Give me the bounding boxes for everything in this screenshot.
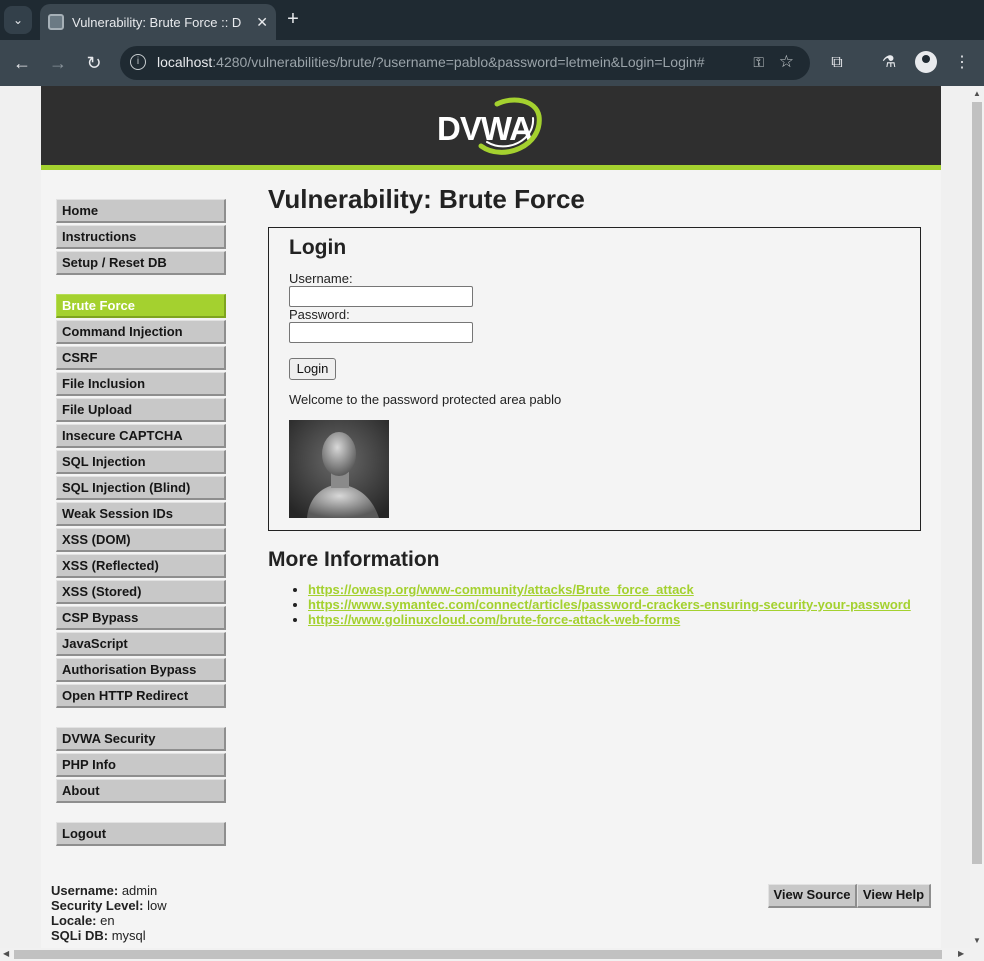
login-button[interactable]: Login	[289, 358, 336, 380]
sidebar-item-javascript[interactable]: JavaScript	[56, 632, 226, 656]
more-information: More Information https://owasp.org/www-c…	[268, 548, 911, 627]
sidebar-item-xss-stored[interactable]: XSS (Stored)	[56, 580, 226, 604]
sidebar-item-open-http-redirect[interactable]: Open HTTP Redirect	[56, 684, 226, 708]
footer-username-value: admin	[121, 883, 158, 898]
sidebar-item-insecure-captcha[interactable]: Insecure CAPTCHA	[56, 424, 226, 448]
sidebar-item-instructions[interactable]: Instructions	[56, 225, 226, 249]
sidebar-item-brute-force[interactable]: Brute Force	[56, 294, 226, 318]
extensions-puzzle-icon[interactable]: ⧉	[825, 51, 849, 75]
sidebar-item-sql-injection[interactable]: SQL Injection	[56, 450, 226, 474]
security-row: Security Level: low	[51, 898, 167, 913]
horizontal-scrollbar[interactable]: ◀ ▶	[0, 948, 984, 961]
sidebar-item-authorisation-bypass[interactable]: Authorisation Bypass	[56, 658, 226, 682]
more-info-links: https://owasp.org/www-community/attacks/…	[290, 582, 930, 627]
horizontal-scroll-thumb[interactable]	[14, 950, 942, 959]
owasp-link[interactable]: https://owasp.org/www-community/attacks/…	[308, 582, 694, 597]
new-tab-icon[interactable]: +	[282, 8, 304, 30]
sidebar-item-about[interactable]: About	[56, 779, 226, 803]
dvwa-logo: DVWA	[437, 96, 547, 158]
main-content: Vulnerability: Brute Force Login Usernam…	[268, 184, 928, 531]
sidebar-item-xss-reflected[interactable]: XSS (Reflected)	[56, 554, 226, 578]
footer-security-label: Security Level:	[51, 898, 144, 913]
dvwa-header: DVWA	[41, 86, 941, 170]
forward-arrow-icon[interactable]: →	[46, 51, 70, 75]
password-label: Password:	[289, 307, 350, 322]
locale-row: Locale: en	[51, 913, 167, 928]
sidebar-item-file-upload[interactable]: File Upload	[56, 398, 226, 422]
browser-tab-bar: ⌄ Vulnerability: Brute Force :: D ✕ +	[0, 0, 984, 40]
list-item: https://www.golinuxcloud.com/brute-force…	[308, 612, 930, 627]
sidebar-item-home[interactable]: Home	[56, 199, 226, 223]
browser-tab[interactable]: Vulnerability: Brute Force :: D ✕	[40, 4, 276, 40]
site-info-icon[interactable]: i	[130, 54, 146, 70]
view-help-button[interactable]: View Help	[857, 884, 931, 908]
more-info-heading: More Information	[268, 548, 440, 571]
url-path: :4280/vulnerabilities/brute/?username=pa…	[212, 54, 705, 70]
reload-icon[interactable]: ↻	[82, 51, 106, 75]
sidebar-item-file-inclusion[interactable]: File Inclusion	[56, 372, 226, 396]
login-heading: Login	[289, 236, 347, 259]
symantec-link[interactable]: https://www.symantec.com/connect/article…	[308, 597, 911, 612]
sidebar-item-csp-bypass[interactable]: CSP Bypass	[56, 606, 226, 630]
sidebar-item-csrf[interactable]: CSRF	[56, 346, 226, 370]
back-arrow-icon[interactable]: ←	[10, 51, 34, 75]
sidebar-item-xss-dom[interactable]: XSS (DOM)	[56, 528, 226, 552]
menu-kebab-icon[interactable]: ⋮	[950, 51, 974, 75]
labs-flask-icon[interactable]: ⚗	[877, 51, 901, 75]
sidebar-item-weak-session-ids[interactable]: Weak Session IDs	[56, 502, 226, 526]
scroll-down-icon[interactable]: ▼	[973, 936, 981, 945]
tab-list-chevron-icon[interactable]: ⌄	[4, 6, 32, 34]
sidebar-item-php-info[interactable]: PHP Info	[56, 753, 226, 777]
vertical-scrollbar[interactable]: ▲ ▼	[970, 86, 984, 948]
welcome-message: Welcome to the password protected area p…	[289, 392, 562, 407]
sidebar-item-sql-injection-blind[interactable]: SQL Injection (Blind)	[56, 476, 226, 500]
vertical-scroll-thumb[interactable]	[972, 102, 982, 864]
footer-locale-label: Locale:	[51, 913, 97, 928]
golinuxcloud-link[interactable]: https://www.golinuxcloud.com/brute-force…	[308, 612, 680, 627]
address-url[interactable]: localhost:4280/vulnerabilities/brute/?us…	[157, 54, 705, 70]
sidebar-item-dvwa-security[interactable]: DVWA Security	[56, 727, 226, 751]
footer-username-label: Username:	[51, 883, 119, 898]
sqli-row: SQLi DB: mysql	[51, 928, 167, 943]
username-row: Username: admin	[51, 883, 167, 898]
browser-toolbar: ← → ↻ i localhost:4280/vulnerabilities/b…	[0, 40, 984, 86]
page-title: Vulnerability: Brute Force	[268, 184, 585, 214]
list-item: https://www.symantec.com/connect/article…	[308, 597, 930, 612]
address-bar[interactable]: i localhost:4280/vulnerabilities/brute/?…	[120, 46, 810, 80]
username-label: Username:	[289, 271, 353, 286]
footer-sqli-label: SQLi DB:	[51, 928, 109, 943]
sidebar-item-setup-reset-db[interactable]: Setup / Reset DB	[56, 251, 226, 275]
user-photo	[289, 420, 389, 518]
footer-sqli-value: mysql	[111, 928, 146, 943]
url-host: localhost	[157, 54, 213, 70]
password-key-icon[interactable]: ⚿	[753, 54, 764, 71]
list-item: https://owasp.org/www-community/attacks/…	[308, 582, 930, 597]
session-info: Username: admin Security Level: low Loca…	[51, 883, 167, 943]
logo-swoosh-icon	[478, 97, 542, 155]
login-box: Login Username: Password: Login Welcome …	[268, 227, 921, 531]
profile-avatar-icon[interactable]	[915, 51, 937, 73]
scroll-up-icon[interactable]: ▲	[973, 89, 981, 98]
tab-close-icon[interactable]: ✕	[256, 14, 268, 31]
sidebar-item-logout[interactable]: Logout	[56, 822, 226, 846]
dvwa-page: DVWA Home Instructions Setup / Reset DB Bru…	[41, 86, 941, 948]
favicon-icon	[48, 14, 64, 30]
sidebar-item-command-injection[interactable]: Command Injection	[56, 320, 226, 344]
tab-title: Vulnerability: Brute Force :: D	[72, 14, 242, 30]
footer-security-value: low	[147, 898, 167, 913]
password-input[interactable]	[289, 322, 473, 343]
page-viewport: DVWA Home Instructions Setup / Reset DB Bru…	[0, 86, 970, 948]
scroll-right-icon[interactable]: ▶	[958, 949, 964, 958]
view-source-button[interactable]: View Source	[768, 884, 857, 908]
bookmark-star-icon[interactable]: ☆	[779, 52, 794, 72]
footer-locale-value: en	[100, 913, 115, 928]
scroll-left-icon[interactable]: ◀	[3, 949, 9, 958]
username-input[interactable]	[289, 286, 473, 307]
